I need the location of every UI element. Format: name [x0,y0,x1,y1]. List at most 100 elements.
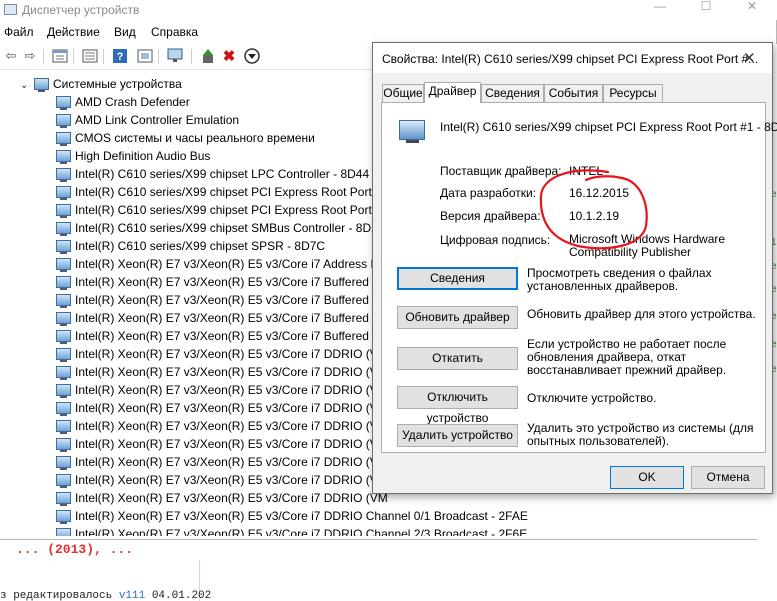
tree-item[interactable]: Intel(R) Xeon(R) E7 v3/Xeon(R) E5 v3/Cor… [56,453,388,471]
tree-category-system-devices[interactable]: ⌄ Системные устройства [20,75,182,93]
device-icon [56,348,71,362]
tree-item-label: Intel(R) Xeon(R) E7 v3/Xeon(R) E5 v3/Cor… [75,527,528,536]
version-value: 10.1.2.19 [569,209,620,223]
rollback-description: Если устройство не работает после обновл… [527,337,727,377]
device-icon [56,258,71,272]
forum-red-text: ... (2013), ... [16,542,134,557]
tree-item-label: Intel(R) C610 series/X99 chipset SMBus C… [75,221,385,235]
edit-date: 04.01.202 [145,590,212,601]
tree-item-label: Intel(R) Xeon(R) E7 v3/Xeon(R) E5 v3/Cor… [75,455,388,469]
tree-item[interactable]: Intel(R) Xeon(R) E7 v3/Xeon(R) E5 v3/Cor… [56,489,388,507]
tree-item[interactable]: Intel(R) C610 series/X99 chipset SMBus C… [56,219,384,237]
device-name: Intel(R) C610 series/X99 chipset PCI Exp… [440,120,777,134]
svg-text:?: ? [117,51,124,63]
tree-item[interactable]: Intel(R) Xeon(R) E7 v3/Xeon(R) E5 v3/Cor… [56,507,528,525]
edit-user-link[interactable]: v111 [119,590,145,601]
tree-item[interactable]: Intel(R) Xeon(R) E7 v3/Xeon(R) E5 v3/Cor… [56,291,388,309]
tree-item[interactable]: Intel(R) C610 series/X99 chipset SPSR - … [56,237,325,255]
details-button[interactable]: Сведения [397,267,518,290]
tree-item[interactable]: Intel(R) C610 series/X99 chipset PCI Exp… [56,183,388,201]
disable-device-button[interactable]: Отключить устройство [397,386,518,425]
device-icon [56,384,71,398]
tree-item-label: AMD Crash Defender [75,95,190,109]
tree-item[interactable]: Intel(R) Xeon(R) E7 v3/Xeon(R) E5 v3/Cor… [56,381,388,399]
tree-item-label: Intel(R) Xeon(R) E7 v3/Xeon(R) E5 v3/Cor… [75,347,388,361]
signature-value: Microsoft Windows Hardware Compatibility… [569,232,726,259]
uninstall-device-button[interactable]: Удалить устройство [397,424,518,447]
properties-dialog: Свойства: Intel(R) C610 series/X99 chips… [372,42,777,494]
tab-resources[interactable]: Ресурсы [603,84,663,102]
tree-item[interactable]: Intel(R) Xeon(R) E7 v3/Xeon(R) E5 v3/Cor… [56,399,388,417]
tree-category-label: Системные устройства [53,77,182,91]
uninstall-icon[interactable]: ✖ [220,47,238,65]
tree-item-label: Intel(R) Xeon(R) E7 v3/Xeon(R) E5 v3/Cor… [75,329,388,343]
tree-item[interactable]: Intel(R) Xeon(R) E7 v3/Xeon(R) E5 v3/Cor… [56,255,387,273]
tree-item-label: Intel(R) C610 series/X99 chipset PCI Exp… [75,185,389,199]
menu-file[interactable]: Файл [4,25,34,39]
update-driver-icon[interactable] [199,47,217,65]
tree-item[interactable]: Intel(R) C610 series/X99 chipset LPC Con… [56,165,369,183]
ok-button[interactable]: OK [610,466,684,489]
tab-events[interactable]: События [544,84,603,102]
tree-item-label: Intel(R) Xeon(R) E7 v3/Xeon(R) E5 v3/Cor… [75,257,388,271]
tree-item[interactable]: Intel(R) Xeon(R) E7 v3/Xeon(R) E5 v3/Cor… [56,435,388,453]
device-icon [56,114,71,128]
disable-icon[interactable] [243,47,261,65]
dialog-close-icon[interactable]: ✕ [743,49,756,67]
device-icon [56,474,71,488]
tab-strip: Общие Драйвер Сведения События Ресурсы [381,82,766,103]
edit-prefix: з редактировалось [0,590,119,601]
signature-label: Цифровая подпись: [440,233,551,247]
update-driver-button[interactable]: Обновить драйвер [397,306,518,329]
tree-item[interactable]: Intel(R) C610 series/X99 chipset PCI Exp… [56,201,388,219]
close-icon[interactable]: ✕ [742,0,762,14]
monitor-icon[interactable] [166,47,184,65]
tree-item-label: Intel(R) Xeon(R) E7 v3/Xeon(R) E5 v3/Cor… [75,509,528,523]
tree-item[interactable]: Intel(R) Xeon(R) E7 v3/Xeon(R) E5 v3/Cor… [56,273,388,291]
list-icon[interactable] [81,47,99,65]
device-icon [56,240,71,254]
tree-item[interactable]: CMOS системы и часы реального времени [56,129,315,147]
tree-item[interactable]: AMD Link Controller Emulation [56,111,239,129]
chevron-down-icon[interactable]: ⌄ [20,77,34,95]
tab-details[interactable]: Сведения [481,84,544,102]
version-label: Версия драйвера: [440,209,541,223]
rollback-button[interactable]: Откатить [397,347,518,370]
menu-action[interactable]: Действие [47,25,100,39]
tree-item[interactable]: Intel(R) Xeon(R) E7 v3/Xeon(R) E5 v3/Cor… [56,471,388,489]
toolbar-separator [73,49,74,64]
details-button-description: Просмотреть сведения о файлах установлен… [527,266,712,293]
tree-item-label: CMOS системы и часы реального времени [75,131,315,145]
tree-item-label: Intel(R) Xeon(R) E7 v3/Xeon(R) E5 v3/Cor… [75,491,388,505]
tree-item-label: Intel(R) Xeon(R) E7 v3/Xeon(R) E5 v3/Cor… [75,275,388,289]
device-icon [56,528,71,536]
menu-view[interactable]: Вид [114,25,136,39]
menu-help[interactable]: Справка [151,25,198,39]
device-icon [56,96,71,110]
tree-item[interactable]: Intel(R) Xeon(R) E7 v3/Xeon(R) E5 v3/Cor… [56,525,527,536]
tree-item-label: Intel(R) Xeon(R) E7 v3/Xeon(R) E5 v3/Cor… [75,473,388,487]
tree-item[interactable]: AMD Crash Defender [56,93,190,111]
tree-item-label: AMD Link Controller Emulation [75,113,240,127]
device-icon [56,438,71,452]
tab-driver[interactable]: Драйвер [424,82,481,103]
tree-item-label: Intel(R) Xeon(R) E7 v3/Xeon(R) E5 v3/Cor… [75,311,388,325]
tab-general[interactable]: Общие [382,84,424,102]
tree-item[interactable]: Intel(R) Xeon(R) E7 v3/Xeon(R) E5 v3/Cor… [56,363,388,381]
tree-item[interactable]: High Definition Audio Bus [56,147,210,165]
tree-item[interactable]: Intel(R) Xeon(R) E7 v3/Xeon(R) E5 v3/Cor… [56,345,388,363]
tree-item[interactable]: Intel(R) Xeon(R) E7 v3/Xeon(R) E5 v3/Cor… [56,309,388,327]
properties-icon[interactable] [51,47,69,65]
help-icon[interactable]: ? [111,47,129,65]
maximize-icon[interactable]: ☐ [696,0,716,14]
minimize-icon[interactable]: — [650,0,670,14]
cancel-button[interactable]: Отмена [691,466,765,489]
tree-item[interactable]: Intel(R) Xeon(R) E7 v3/Xeon(R) E5 v3/Cor… [56,417,388,435]
tree-item-label: High Definition Audio Bus [75,149,211,163]
forward-arrow-icon[interactable]: ⇨ [21,47,39,65]
tree-item-label: Intel(R) C610 series/X99 chipset PCI Exp… [75,203,389,217]
back-arrow-icon[interactable]: ⇦ [2,47,20,65]
scan-icon[interactable] [136,47,154,65]
tree-item[interactable]: Intel(R) Xeon(R) E7 v3/Xeon(R) E5 v3/Cor… [56,327,388,345]
device-monitor-icon [399,120,425,143]
